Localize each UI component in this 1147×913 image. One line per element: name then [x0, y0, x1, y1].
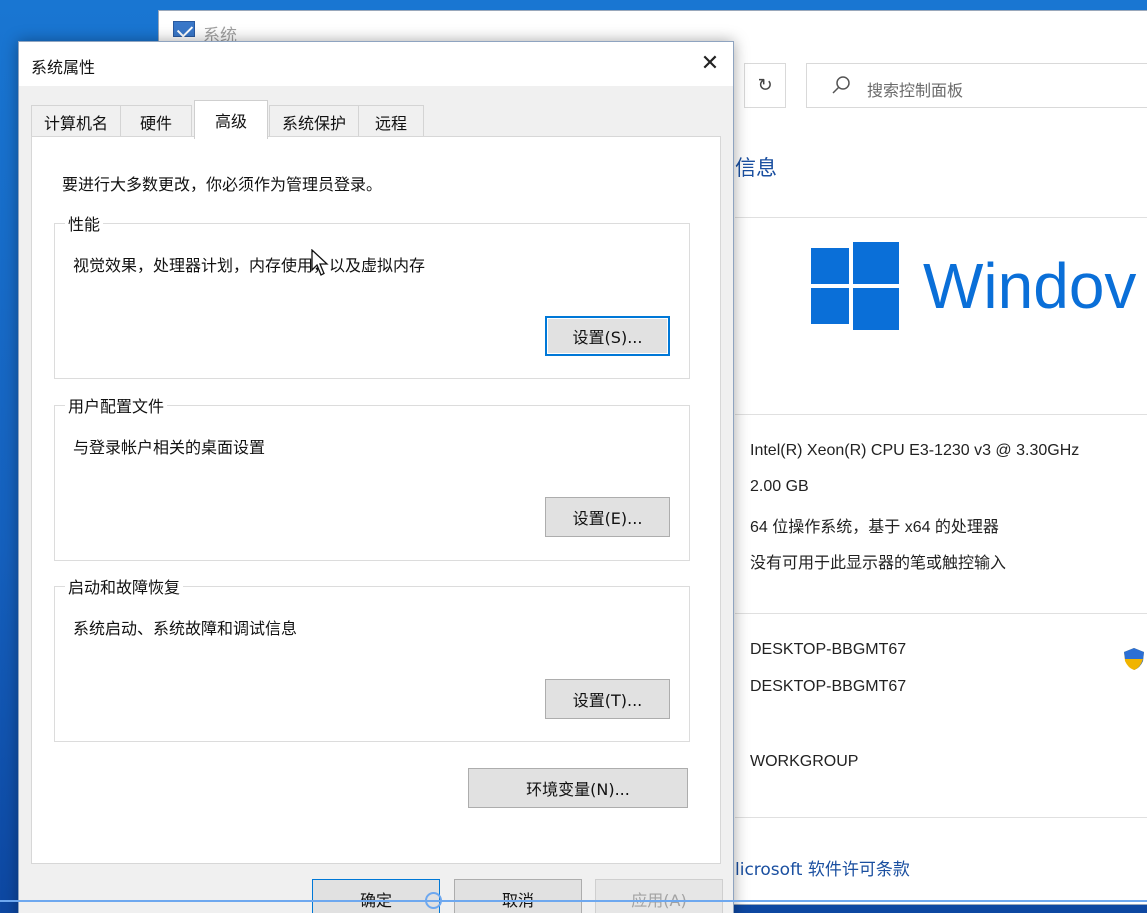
- user-profiles-settings-button[interactable]: 设置(E)...: [545, 497, 670, 537]
- divider: [735, 217, 1147, 218]
- dialog-title: 系统属性: [31, 58, 96, 77]
- dialog-titlebar[interactable]: 系统属性 ✕: [19, 42, 733, 86]
- divider: [735, 817, 1147, 818]
- user-profiles-label: 用户配置文件: [65, 393, 168, 417]
- system-window-icon: [173, 21, 195, 37]
- refresh-icon: ↻: [757, 75, 773, 96]
- performance-label: 性能: [65, 211, 104, 235]
- tab-hardware[interactable]: 硬件: [120, 105, 192, 138]
- windows-wordmark: Windov: [923, 250, 1137, 322]
- system-info-heading: 信息: [735, 156, 777, 180]
- spec-system-type: 64 位操作系统，基于 x64 的处理器: [750, 519, 999, 536]
- mouse-cursor-icon: [311, 249, 329, 276]
- license-terms-link[interactable]: licrosoft 软件许可条款: [735, 855, 910, 880]
- spec-memory: 2.00 GB: [750, 478, 809, 495]
- apply-button[interactable]: 应用(A): [595, 879, 723, 913]
- windows-logo-icon: [811, 242, 899, 330]
- ok-button[interactable]: 确定: [312, 879, 440, 913]
- close-icon: ✕: [700, 50, 720, 76]
- tab-system-protection[interactable]: 系统保护: [269, 105, 359, 138]
- workgroup-name: WORKGROUP: [750, 753, 859, 770]
- cancel-button[interactable]: 取消: [454, 879, 582, 913]
- spec-pen-touch: 没有可用于此显示器的笔或触控输入: [750, 555, 1007, 572]
- search-control-panel-input[interactable]: 搜索控制面板: [806, 63, 1147, 108]
- tab-remote[interactable]: 远程: [358, 105, 424, 138]
- spec-processor: Intel(R) Xeon(R) CPU E3-1230 v3 @ 3.30GH…: [750, 442, 1080, 459]
- system-window-titlebar[interactable]: 系统: [159, 11, 1147, 46]
- startup-recovery-settings-button[interactable]: 设置(T)...: [545, 679, 670, 719]
- refresh-button[interactable]: ↻: [744, 63, 786, 108]
- close-button[interactable]: ✕: [687, 42, 733, 84]
- divider: [735, 414, 1147, 415]
- search-icon: [832, 76, 850, 94]
- user-profiles-description: 与登录帐户相关的桌面设置: [73, 438, 266, 457]
- search-placeholder: 搜索控制面板: [867, 81, 964, 100]
- uac-shield-icon[interactable]: [1123, 647, 1145, 671]
- startup-recovery-description: 系统启动、系统故障和调试信息: [73, 619, 298, 638]
- startup-recovery-label: 启动和故障恢复: [65, 574, 184, 598]
- performance-description: 视觉效果，处理器计划，内存使用，以及虚拟内存: [73, 256, 426, 275]
- scrub-handle[interactable]: [425, 892, 442, 909]
- performance-settings-button[interactable]: 设置(S)...: [545, 316, 670, 356]
- startup-recovery-group: 启动和故障恢复 系统启动、系统故障和调试信息 设置(T)...: [54, 574, 690, 742]
- admin-notice: 要进行大多数更改，你必须作为管理员登录。: [62, 175, 383, 194]
- divider: [735, 613, 1147, 614]
- computer-name: DESKTOP-BBGMT67: [750, 641, 907, 658]
- environment-variables-button[interactable]: 环境变量(N)...: [468, 768, 688, 808]
- performance-group: 性能 视觉效果，处理器计划，内存使用，以及虚拟内存 设置(S)...: [54, 211, 690, 379]
- tab-advanced[interactable]: 高级: [194, 100, 268, 139]
- system-properties-dialog[interactable]: 系统属性 ✕ 计算机名 硬件 高级 系统保护 远程 要进行大多数更改，你必须作为…: [18, 41, 734, 913]
- full-computer-name: DESKTOP-BBGMT67: [750, 678, 907, 695]
- user-profiles-group: 用户配置文件 与登录帐户相关的桌面设置 设置(E)...: [54, 393, 690, 561]
- tab-computer-name[interactable]: 计算机名: [31, 105, 121, 138]
- advanced-tab-panel: 要进行大多数更改，你必须作为管理员登录。 性能 视觉效果，处理器计划，内存使用，…: [31, 136, 721, 864]
- scrub-bar[interactable]: [0, 900, 1147, 902]
